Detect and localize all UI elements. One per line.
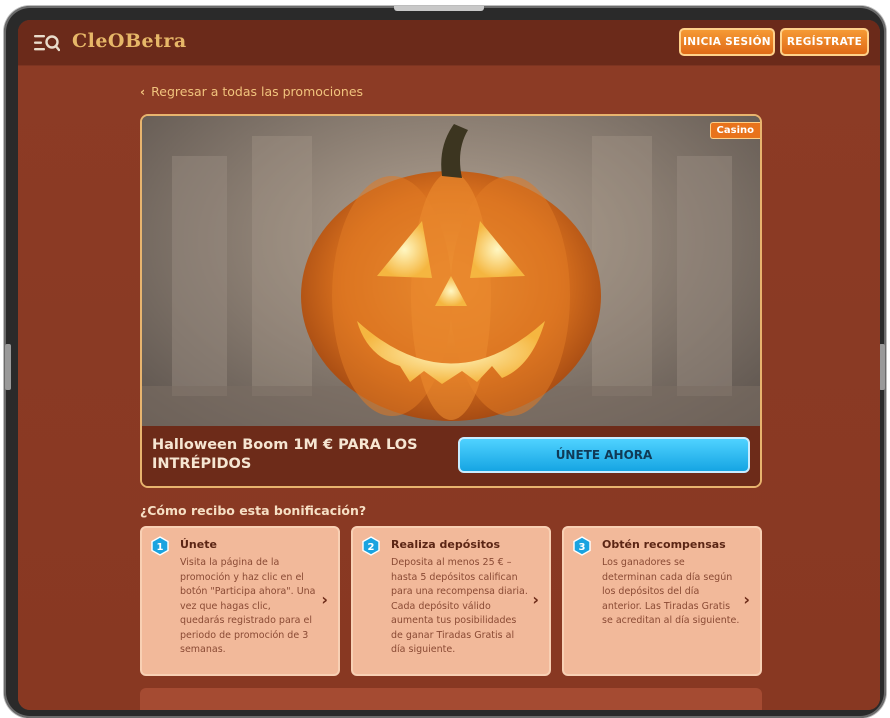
how-to-title: ¿Cómo recibo esta bonificación?	[140, 503, 367, 518]
promo-hero-card: Casino Halloween Boom 1M € PARA LOS INTR…	[140, 114, 762, 488]
step-number-badge-icon: 2	[362, 536, 380, 556]
device-frame: CleOBetra INICIA SESIÓN REGÍSTRATE ‹ Regr…	[4, 6, 886, 718]
step-card-join[interactable]: 1 Únete Visita la página de la promoción…	[140, 526, 340, 676]
promo-banner-image: Casino	[142, 116, 760, 426]
step-number-badge-icon: 1	[151, 536, 169, 556]
step-description: Visita la página de la promoción y haz c…	[180, 557, 316, 655]
step-number: 2	[368, 542, 375, 553]
step-arrow-icon[interactable]: ›	[743, 590, 750, 609]
next-section-card	[140, 688, 762, 710]
step-title: Obtén recompensas	[602, 538, 726, 551]
step-card-rewards[interactable]: 3 Obtén recompensas Los ganadores se det…	[562, 526, 762, 676]
step-number-badge-icon: 3	[573, 536, 591, 556]
menu-search-icon[interactable]	[34, 33, 60, 53]
device-hinge-left	[5, 344, 11, 390]
step-description: Los ganadores se determinan cada día seg…	[602, 557, 740, 626]
step-card-deposit[interactable]: 2 Realiza depósitos Deposita al menos 25…	[351, 526, 551, 676]
step-number: 3	[579, 542, 586, 553]
login-button[interactable]: INICIA SESIÓN	[679, 28, 775, 56]
screen: CleOBetra INICIA SESIÓN REGÍSTRATE ‹ Regr…	[18, 20, 880, 710]
device-notch	[394, 6, 484, 11]
pumpkin-illustration	[142, 124, 760, 426]
step-arrow-icon[interactable]: ›	[532, 590, 539, 609]
back-to-promotions-link[interactable]: ‹ Regresar a todas las promociones	[140, 84, 363, 99]
back-chevron-icon: ‹	[140, 84, 146, 99]
step-title: Únete	[180, 538, 217, 551]
top-header: CleOBetra INICIA SESIÓN REGÍSTRATE	[18, 20, 880, 66]
step-title: Realiza depósitos	[391, 538, 500, 551]
promo-footer-bar: Halloween Boom 1M € PARA LOS INTRÉPIDOS …	[142, 426, 760, 486]
step-description: Deposita al menos 25 € – hasta 5 depósit…	[391, 557, 528, 655]
promo-title: Halloween Boom 1M € PARA LOS INTRÉPIDOS	[152, 437, 418, 472]
step-number: 1	[157, 542, 164, 553]
casino-tag: Casino	[709, 122, 760, 139]
step-arrow-icon[interactable]: ›	[321, 590, 328, 609]
back-link-label: Regresar a todas las promociones	[151, 84, 364, 99]
brand-logo[interactable]: CleOBetra	[72, 30, 187, 52]
join-now-button[interactable]: ÚNETE AHORA	[458, 437, 750, 473]
register-button[interactable]: REGÍSTRATE	[780, 28, 869, 56]
